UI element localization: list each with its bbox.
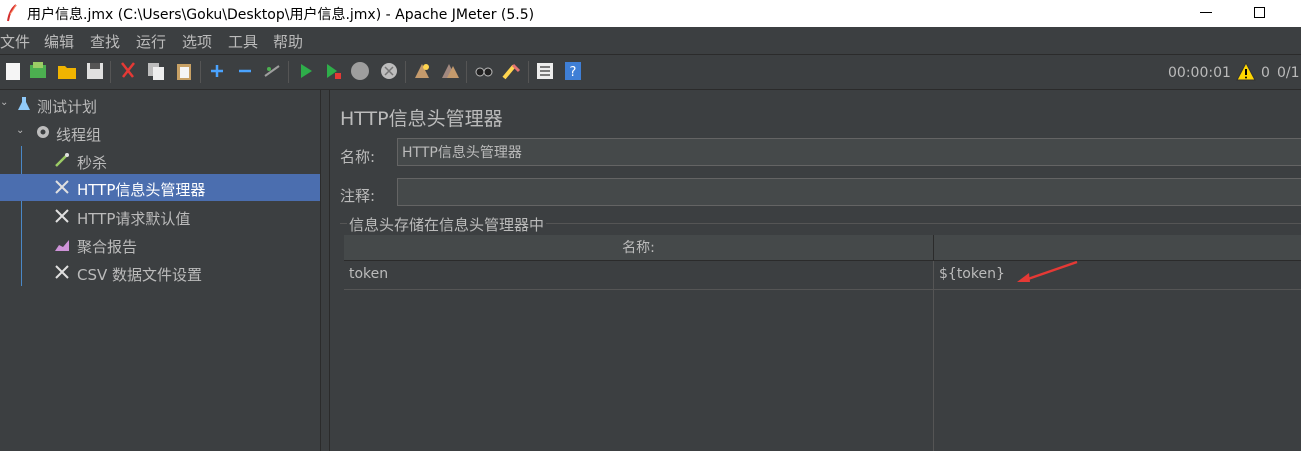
panel-title: HTTP信息头管理器 xyxy=(340,108,503,130)
menu-edit[interactable]: 编辑 xyxy=(44,31,74,52)
tree-node-csv-data-set[interactable]: CSV 数据文件设置 xyxy=(0,259,320,286)
function-helper-icon[interactable] xyxy=(534,60,556,82)
window-title: 用户信息.jmx (C:\Users\Goku\Desktop\用户信息.jmx… xyxy=(27,7,535,23)
tree-node-seckill[interactable]: 秒杀 xyxy=(0,147,320,174)
svg-text:?: ? xyxy=(570,65,577,80)
active-threads: 0/1 xyxy=(1277,65,1300,81)
row-divider xyxy=(344,289,1301,290)
tree-node-thread-group[interactable]: ⌄ 线程组 xyxy=(0,119,320,146)
menu-tools[interactable]: 工具 xyxy=(228,31,258,52)
search-icon[interactable] xyxy=(473,60,495,82)
wrench-icon xyxy=(55,209,69,223)
new-icon[interactable] xyxy=(2,60,24,82)
reset-search-icon[interactable] xyxy=(500,60,522,82)
collapse-toggle-icon[interactable]: ⌄ xyxy=(16,125,28,137)
tree-node-label: 聚合报告 xyxy=(77,238,138,256)
cut-icon[interactable] xyxy=(117,60,139,82)
shutdown-icon[interactable] xyxy=(378,60,400,82)
tree-node-label: 测试计划 xyxy=(37,98,98,116)
tree-node-label: 线程组 xyxy=(56,126,102,144)
chart-icon xyxy=(55,240,69,251)
open-icon[interactable] xyxy=(56,60,78,82)
name-label: 名称: xyxy=(340,148,376,166)
expand-icon[interactable] xyxy=(206,60,228,82)
toolbar-separator xyxy=(288,61,289,83)
templates-icon[interactable] xyxy=(27,60,49,82)
header-manager-panel: HTTP信息头管理器 名称: 注释: 信息头存储在信息头管理器中 名称: tok… xyxy=(330,90,1301,451)
toolbar-separator xyxy=(405,61,406,83)
help-icon[interactable]: ? xyxy=(562,60,584,82)
copy-icon[interactable] xyxy=(145,60,167,82)
save-icon[interactable] xyxy=(84,60,106,82)
test-plan-tree: ⌄ 测试计划 ⌄ 线程组 秒杀 HTTP信息头管理器 HTTP请求默认值 聚合报… xyxy=(0,90,321,451)
tree-node-label: CSV 数据文件设置 xyxy=(77,266,203,284)
title-bar: 用户信息.jmx (C:\Users\Goku\Desktop\用户信息.jmx… xyxy=(0,0,1301,27)
annotation-arrow-icon xyxy=(1017,260,1078,282)
tree-node-label: HTTP信息头管理器 xyxy=(77,181,206,199)
headers-table: 名称: token ${token} xyxy=(344,235,1301,451)
tree-node-http-request-defaults[interactable]: HTTP请求默认值 xyxy=(0,203,320,230)
flask-icon xyxy=(18,97,30,110)
stop-icon[interactable] xyxy=(349,60,371,82)
paste-icon[interactable] xyxy=(173,60,195,82)
menu-file[interactable]: 文件 xyxy=(0,31,30,52)
collapse-toggle-icon[interactable]: ⌄ xyxy=(0,97,12,109)
toolbar-separator xyxy=(466,61,467,83)
elapsed-timer: 00:00:01 xyxy=(1168,65,1231,81)
toggle-icon[interactable] xyxy=(261,60,283,82)
warning-count: 0 xyxy=(1261,65,1270,81)
pipette-icon xyxy=(55,153,69,167)
comment-field[interactable] xyxy=(397,178,1301,206)
split-pane-divider[interactable] xyxy=(321,90,330,451)
tree-node-http-header-manager[interactable]: HTTP信息头管理器 xyxy=(0,174,320,201)
minimize-button[interactable] xyxy=(1190,0,1230,27)
header-value-cell[interactable]: ${token} xyxy=(939,266,1005,282)
column-header-name[interactable]: 名称: xyxy=(344,235,934,261)
toolbar-separator xyxy=(528,61,529,83)
menu-bar: 文件 编辑 查找 运行 选项 工具 帮助 xyxy=(0,27,1301,55)
jmeter-feather-icon xyxy=(7,4,17,22)
tree-node-label: 秒杀 xyxy=(77,154,108,172)
gear-icon xyxy=(37,126,49,138)
clear-icon[interactable] xyxy=(411,60,433,82)
maximize-button[interactable] xyxy=(1245,0,1285,27)
column-header-value[interactable] xyxy=(934,235,1301,261)
toolbar-separator xyxy=(110,61,111,83)
toolbar-separator xyxy=(200,61,201,83)
menu-options[interactable]: 选项 xyxy=(182,31,212,52)
menu-help[interactable]: 帮助 xyxy=(273,31,303,52)
header-name-cell[interactable]: token xyxy=(349,266,388,282)
tree-node-aggregate-report[interactable]: 聚合报告 xyxy=(0,231,320,258)
wrench-icon xyxy=(55,265,69,279)
group-title: 信息头存储在信息头管理器中 xyxy=(347,214,547,235)
warning-icon[interactable] xyxy=(1236,62,1256,82)
menu-search[interactable]: 查找 xyxy=(90,31,120,52)
collapse-icon[interactable] xyxy=(234,60,256,82)
clear-all-icon[interactable] xyxy=(439,60,461,82)
tree-node-label: HTTP请求默认值 xyxy=(77,210,191,228)
name-field[interactable] xyxy=(397,138,1301,166)
start-no-pause-icon[interactable] xyxy=(322,60,344,82)
comment-label: 注释: xyxy=(340,187,376,205)
start-icon[interactable] xyxy=(295,60,317,82)
tree-node-test-plan[interactable]: ⌄ 测试计划 xyxy=(0,91,320,118)
toolbar: ? 00:00:01 0 0/1 xyxy=(0,55,1301,90)
wrench-icon xyxy=(55,180,69,194)
menu-run[interactable]: 运行 xyxy=(136,31,166,52)
